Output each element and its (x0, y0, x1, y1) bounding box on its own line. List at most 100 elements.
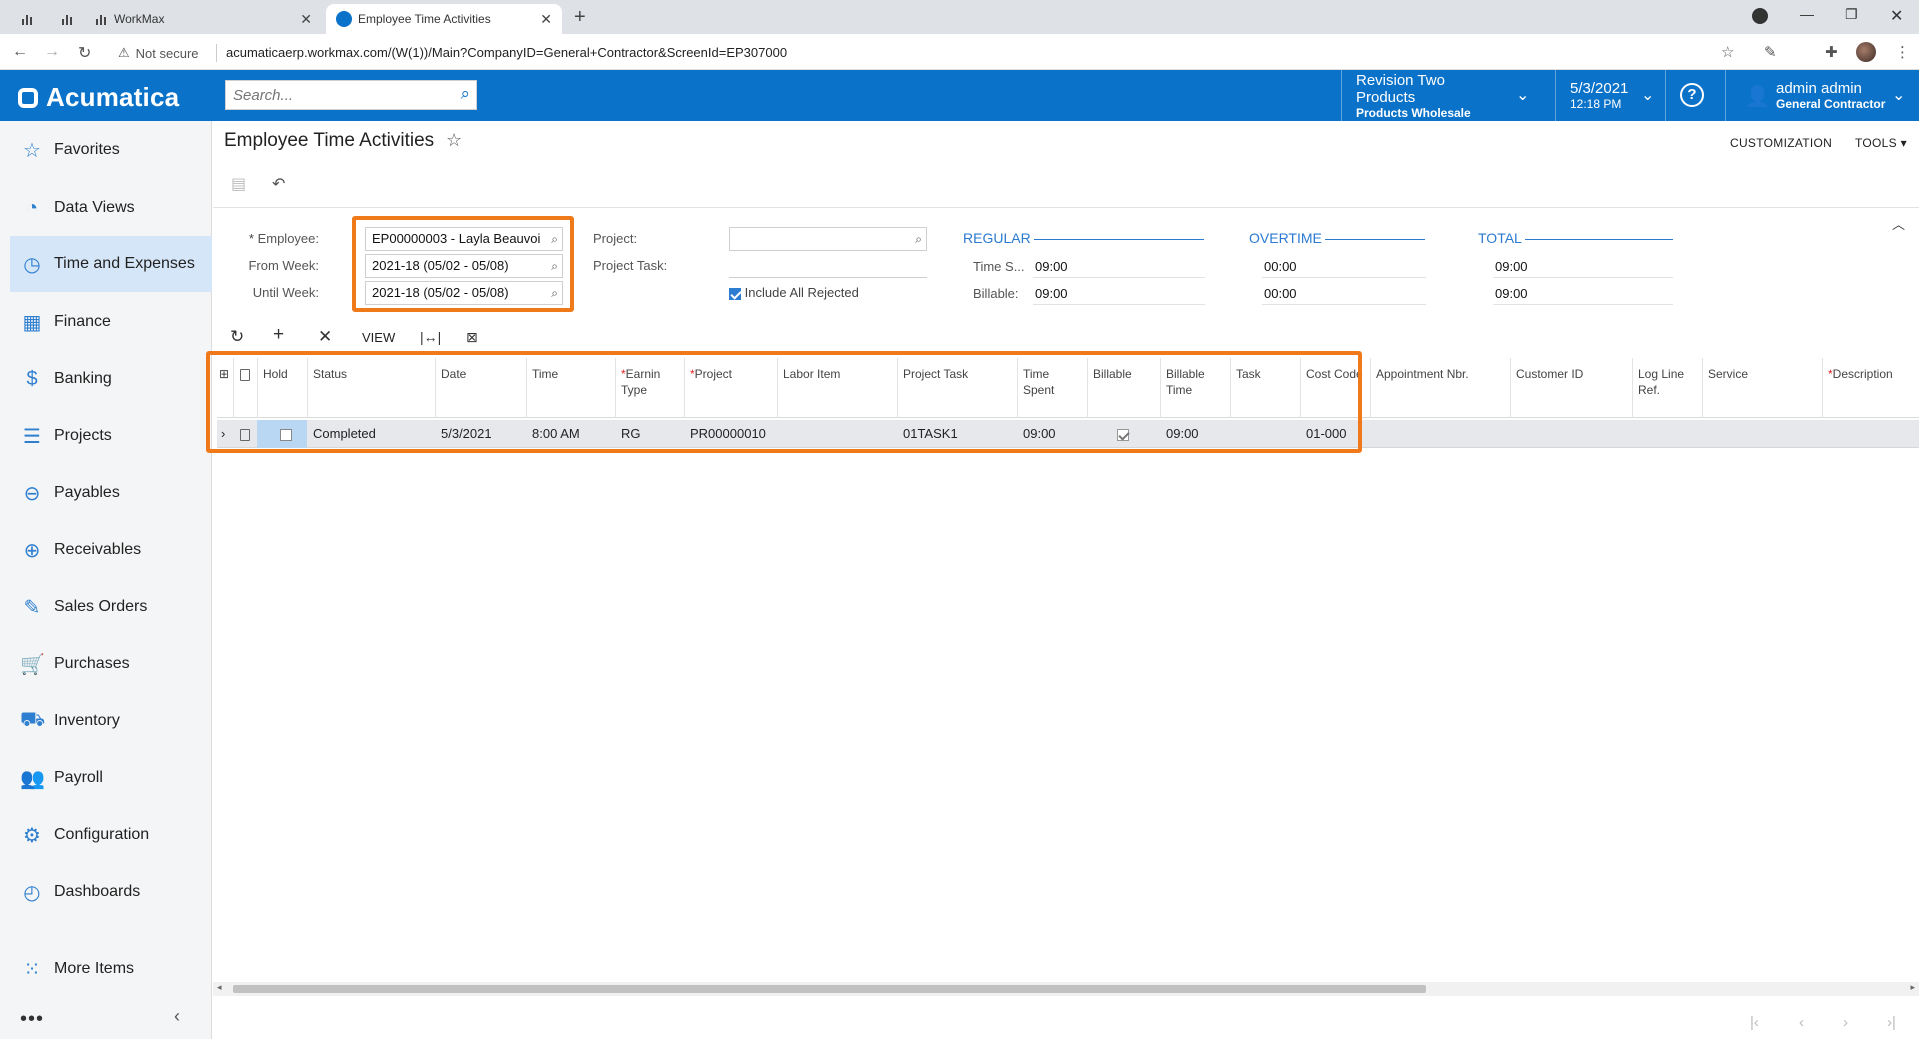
table-row[interactable]: › Completed 5/3/2021 8:00 AM RG PR000000… (217, 420, 1919, 448)
earning-type-cell[interactable]: RG (615, 420, 684, 448)
sidebar-item-projects[interactable]: ☰ Projects (10, 410, 212, 462)
sidebar-item-data-views[interactable]: ◔ Data Views (10, 182, 212, 234)
scroll-right-icon[interactable]: ▸ (1910, 982, 1915, 993)
column-header-task[interactable]: Task (1230, 358, 1300, 418)
project-task-cell[interactable]: 01TASK1 (897, 420, 1017, 448)
favorite-star-icon[interactable]: ☆ (446, 130, 462, 151)
lookup-magnifier-icon[interactable]: ⌕ (551, 228, 558, 250)
reload-icon[interactable]: ↻ (78, 43, 91, 63)
chevron-down-icon[interactable]: ⌄ (1641, 85, 1654, 105)
sidebar-item-favorites[interactable]: ☆ Favorites (10, 124, 212, 176)
previous-page-icon[interactable]: ‹ (1799, 1014, 1804, 1031)
extension-pen-icon[interactable]: ✎ (1764, 43, 1777, 61)
column-header-project-task[interactable]: Project Task (897, 358, 1017, 418)
tools-button[interactable]: TOOLS ▾ (1855, 136, 1907, 150)
column-header-status[interactable]: Status (307, 358, 435, 418)
bookmark-star-icon[interactable]: ☆ (1721, 43, 1734, 61)
sidebar-item-configuration[interactable]: ⚙ Configuration (10, 809, 212, 861)
column-header-date[interactable]: Date (435, 358, 526, 418)
more-options-icon[interactable]: ••• (20, 1008, 44, 1031)
back-icon[interactable]: ← (12, 43, 28, 61)
sidebar-item-time-and-expenses[interactable]: ◷ Time and Expenses (10, 236, 212, 292)
sidebar-item-dashboards[interactable]: ◴ Dashboards (10, 866, 212, 918)
delete-row-icon[interactable]: ✕ (318, 327, 332, 347)
new-tab-icon[interactable]: + (574, 6, 586, 29)
lookup-magnifier-icon[interactable]: ⌕ (551, 255, 558, 277)
close-window-icon[interactable]: ✕ (1890, 6, 1903, 26)
user-menu[interactable]: admin admin General Contractor (1762, 70, 1885, 121)
customization-button[interactable]: CUSTOMIZATION (1730, 136, 1832, 150)
project-task-field[interactable] (729, 256, 927, 278)
column-header-project[interactable]: *Project (684, 358, 777, 418)
export-excel-icon[interactable]: ⊠ (466, 329, 478, 346)
tab-workmax[interactable]: WorkMax ✕ (92, 4, 322, 34)
collapse-form-icon[interactable]: ︿ (1892, 214, 1905, 233)
expand-row-icon[interactable]: › (217, 420, 233, 448)
close-tab-icon[interactable]: ✕ (540, 11, 552, 28)
date-cell[interactable]: 5/3/2021 (435, 420, 526, 448)
minimize-icon[interactable]: — (1800, 6, 1814, 22)
employee-field[interactable]: EP00000003 - Layla Beauvoi ⌕ (365, 227, 563, 251)
sidebar-item-payroll[interactable]: 👥 Payroll (10, 752, 212, 804)
hold-checkbox[interactable] (280, 428, 292, 441)
sidebar-item-payables[interactable]: ⊖ Payables (10, 467, 212, 519)
time-cell[interactable]: 8:00 AM (526, 420, 615, 448)
view-button[interactable]: VIEW (362, 330, 395, 345)
time-spent-cell[interactable]: 09:00 (1017, 420, 1087, 448)
sidebar-item-finance[interactable]: ▦ Finance (10, 296, 212, 348)
task-cell[interactable] (1230, 420, 1300, 448)
billable-cell[interactable] (1087, 420, 1160, 448)
help-icon[interactable]: ? (1680, 83, 1704, 107)
column-header-cost-code[interactable]: Cost Code (1300, 358, 1370, 418)
fit-to-screen-icon[interactable]: |↔| (420, 329, 441, 345)
lookup-magnifier-icon[interactable]: ⌕ (915, 228, 922, 250)
collapse-sidebar-icon[interactable]: ‹ (174, 1006, 180, 1027)
column-header-billable-time[interactable]: Billable Time (1160, 358, 1230, 418)
close-tab-icon[interactable]: ✕ (300, 11, 312, 28)
hold-cell[interactable] (257, 420, 307, 448)
url-text[interactable]: acumaticaerp.workmax.com/(W(1))/Main?Com… (226, 45, 787, 60)
column-header-time[interactable]: Time (526, 358, 615, 418)
business-date-selector[interactable]: 5/3/2021 12:18 PM (1555, 70, 1635, 121)
include-all-rejected[interactable]: Include All Rejected (729, 285, 859, 300)
browser-avatar[interactable] (1856, 42, 1876, 62)
search-icon[interactable]: ⌕ (460, 84, 470, 104)
sidebar-item-purchases[interactable]: 🛒 Purchases (10, 638, 212, 690)
browser-menu-icon[interactable]: ⋮ (1895, 43, 1910, 61)
sidebar-item-sales-orders[interactable]: ✎ Sales Orders (10, 581, 212, 633)
sidebar-item-receivables[interactable]: ⊕ Receivables (10, 524, 212, 576)
next-page-icon[interactable]: › (1843, 1014, 1848, 1031)
column-header-appointment-nbr[interactable]: Appointment Nbr. (1370, 358, 1510, 418)
search-input[interactable] (226, 82, 446, 108)
cost-code-cell[interactable]: 01-000 (1300, 420, 1370, 448)
chevron-down-icon[interactable]: ⌄ (1516, 85, 1529, 105)
chevron-down-icon[interactable]: ⌄ (1892, 85, 1905, 105)
column-header-log-line-ref[interactable]: Log Line Ref. (1632, 358, 1702, 418)
undo-icon[interactable]: ↶ (272, 174, 285, 194)
column-header-time-spent[interactable]: Time Spent (1017, 358, 1087, 418)
save-icon[interactable]: ▤ (231, 174, 246, 194)
security-indicator[interactable]: ⚠ Not secure (118, 45, 199, 61)
horizontal-scrollbar[interactable]: ◂ ▸ (213, 982, 1919, 996)
column-header-earning-type[interactable]: *Earnin Type (615, 358, 684, 418)
last-page-icon[interactable]: ›| (1887, 1014, 1896, 1031)
pinned-tab-2[interactable] (50, 4, 84, 34)
scrollbar-thumb[interactable] (233, 985, 1426, 993)
column-header-billable[interactable]: Billable (1087, 358, 1160, 418)
column-header-customer-id[interactable]: Customer ID (1510, 358, 1632, 418)
company-selector[interactable]: Revision Two Products Products Wholesale (1341, 70, 1495, 121)
column-header-hold[interactable]: Hold (257, 358, 307, 418)
column-header-labor-item[interactable]: Labor Item (777, 358, 897, 418)
sidebar-item-inventory[interactable]: ⛟ Inventory (10, 695, 212, 747)
column-settings-icon[interactable]: ⊞ (217, 358, 233, 418)
status-cell[interactable]: Completed (307, 420, 435, 448)
labor-item-cell[interactable] (777, 420, 897, 448)
extensions-puzzle-icon[interactable]: ✚ (1825, 43, 1838, 61)
add-row-icon[interactable]: + (273, 324, 284, 346)
column-header-description[interactable]: *Description (1822, 358, 1919, 418)
profile-menu-icon[interactable] (1752, 8, 1768, 24)
project-cell[interactable]: PR00000010 (684, 420, 777, 448)
sidebar-item-banking[interactable]: $ Banking (10, 353, 212, 405)
first-page-icon[interactable]: |‹ (1750, 1014, 1759, 1031)
from-week-field[interactable]: 2021-18 (05/02 - 05/08) ⌕ (365, 254, 563, 278)
